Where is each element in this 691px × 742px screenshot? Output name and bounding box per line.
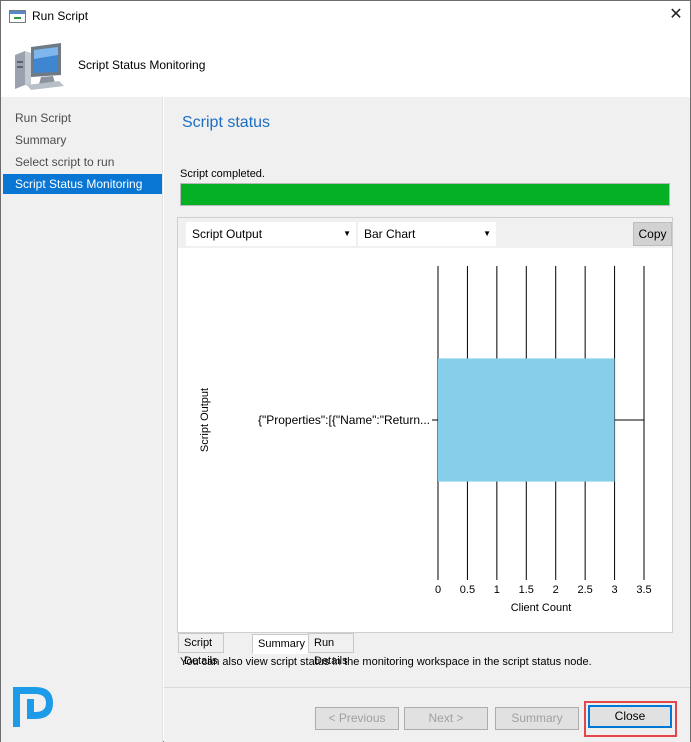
summary-button[interactable]: Summary xyxy=(495,707,579,730)
run-script-window-icon xyxy=(9,10,26,23)
output-toolbar: Script Output ▼ Bar Chart ▼ Copy xyxy=(178,218,672,248)
copy-button[interactable]: Copy xyxy=(633,222,672,246)
header-title: Script Status Monitoring xyxy=(78,58,206,72)
y-axis-label: Script Output xyxy=(199,388,211,452)
wizard-nav: Run Script Summary Select script to run … xyxy=(1,97,163,742)
x-tick-label: 3 xyxy=(612,584,618,596)
progress-fill xyxy=(181,184,669,205)
title-bar: Run Script ✕ xyxy=(1,1,690,31)
wizard-footer: < Previous Next > Summary Close xyxy=(164,687,690,742)
wizard-header: Script Status Monitoring xyxy=(1,31,690,97)
progress-bar xyxy=(180,183,670,206)
chart-type-select-value: Bar Chart xyxy=(364,227,416,241)
nav-item-summary[interactable]: Summary xyxy=(3,130,162,150)
run-script-window: Run Script ✕ Script Status Monitoring Ru… xyxy=(0,0,691,742)
tab-run-details[interactable]: Run Details xyxy=(308,633,354,667)
tab-summary[interactable]: Summary xyxy=(252,634,312,654)
x-tick-label: 0 xyxy=(435,584,441,596)
tab-script-details[interactable]: Script Details xyxy=(178,633,224,667)
close-button[interactable]: Close xyxy=(588,705,672,728)
x-tick-label: 2 xyxy=(553,584,559,596)
output-panel: Script Output ▼ Bar Chart ▼ Copy 0 0.5 1 1.… xyxy=(177,217,673,633)
bar xyxy=(438,358,615,482)
output-select[interactable]: Script Output ▼ xyxy=(186,222,356,246)
section-title: Script status xyxy=(182,114,271,131)
y-tick-label: {"Properties":[{"Name":"Return... xyxy=(258,413,430,427)
window-title: Run Script xyxy=(32,9,89,23)
previous-button[interactable]: < Previous xyxy=(315,707,399,730)
close-icon[interactable]: ✕ xyxy=(665,4,687,26)
computer-monitor-icon xyxy=(15,43,64,90)
main-content: Script status Script completed. Script O… xyxy=(164,97,690,687)
dropdown-caret-icon: ▼ xyxy=(483,229,491,238)
hint-text: You can also view script status in the m… xyxy=(180,656,592,668)
nav-item-select-script[interactable]: Select script to run xyxy=(3,152,162,172)
nav-item-script-status-monitoring[interactable]: Script Status Monitoring xyxy=(3,174,162,194)
dropdown-caret-icon: ▼ xyxy=(343,229,351,238)
chart-type-select[interactable]: Bar Chart ▼ xyxy=(358,222,496,246)
x-tick-label: 0.5 xyxy=(460,584,475,596)
brand-logo-icon xyxy=(13,687,53,727)
x-tick-label: 1 xyxy=(494,584,500,596)
x-axis-label: Client Count xyxy=(511,602,572,614)
bar-chart: 0 0.5 1 1.5 2 2.5 3 3.5 {"Properties":[{"Name":"… xyxy=(199,266,652,614)
x-tick-label: 1.5 xyxy=(519,584,534,596)
x-tick-label: 2.5 xyxy=(577,584,592,596)
next-button[interactable]: Next > xyxy=(404,707,488,730)
status-text: Script completed. xyxy=(180,168,265,180)
nav-item-run-script[interactable]: Run Script xyxy=(3,108,162,128)
x-tick-label: 3.5 xyxy=(636,584,651,596)
output-select-value: Script Output xyxy=(192,227,263,241)
